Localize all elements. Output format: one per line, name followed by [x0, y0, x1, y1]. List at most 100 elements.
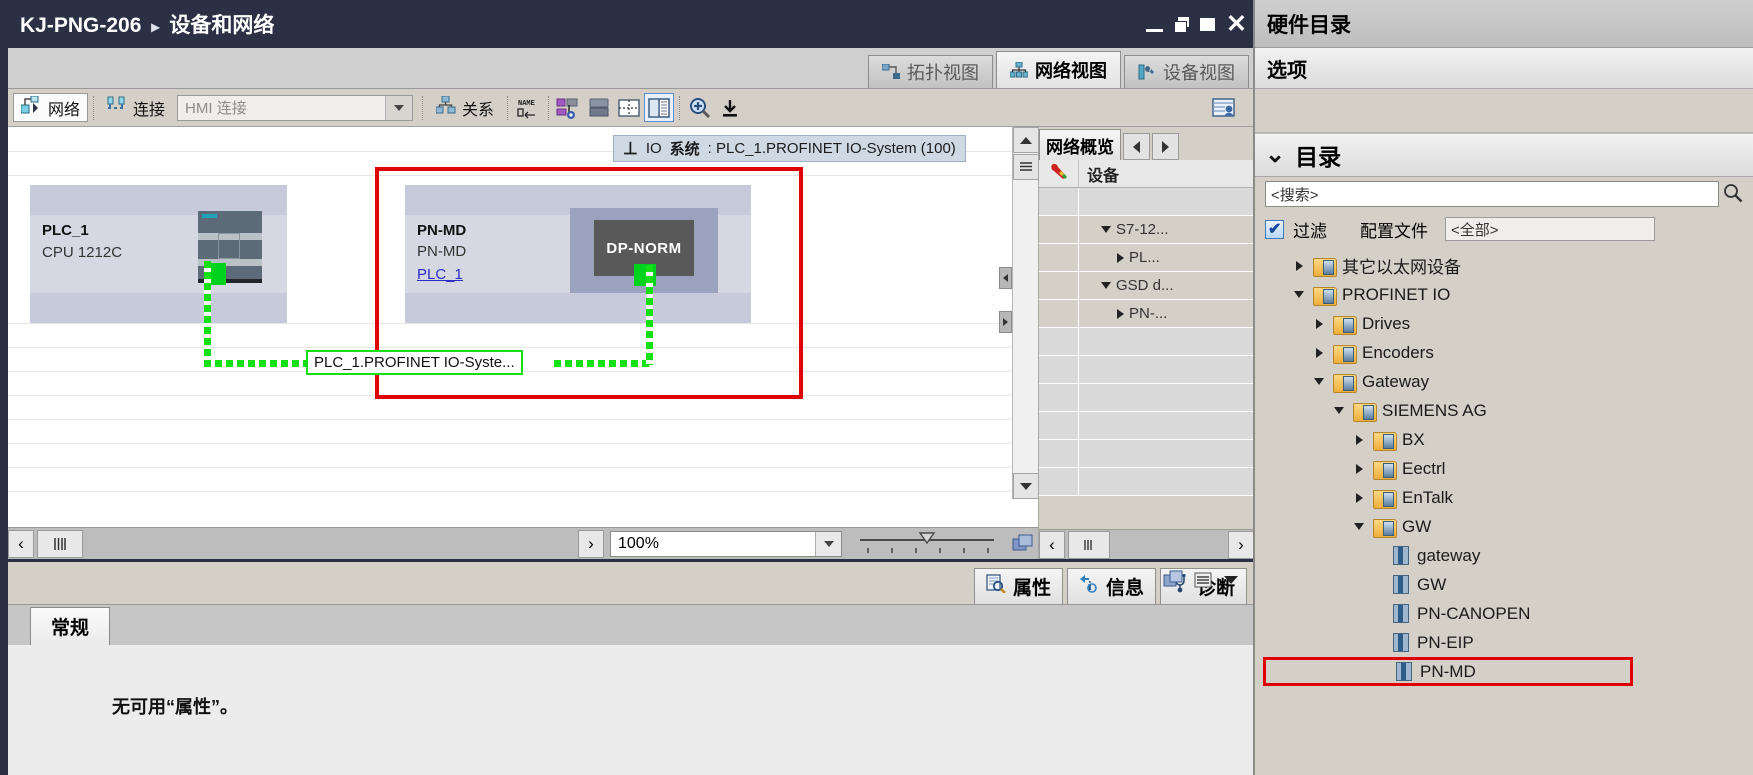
- expander-down-icon[interactable]: [1101, 282, 1111, 289]
- catalog-tree-item[interactable]: PN-CANOPEN: [1255, 599, 1753, 628]
- catalog-tree-item[interactable]: PN-EIP: [1255, 628, 1753, 657]
- minimize-button[interactable]: [1146, 17, 1164, 32]
- close-button[interactable]: ✕: [1226, 12, 1247, 37]
- split-view-icon[interactable]: [644, 93, 675, 122]
- network-overview-hscroll[interactable]: ‹ ›: [1039, 529, 1254, 559]
- canvas-vertical-scrollbar[interactable]: [1012, 127, 1038, 499]
- netov-prev-button[interactable]: [1123, 133, 1150, 160]
- network-overview-row[interactable]: [1039, 188, 1254, 216]
- device-box-pnmd[interactable]: PN-MD PN-MD PLC_1 DP-NORM: [405, 185, 751, 323]
- search-input[interactable]: <搜索>: [1265, 181, 1719, 207]
- profile-select[interactable]: <全部>: [1445, 217, 1655, 241]
- network-overview-row[interactable]: [1039, 468, 1254, 496]
- highlight-device-icon[interactable]: [554, 93, 584, 122]
- expander-right-icon[interactable]: [1117, 308, 1124, 319]
- expander-right-icon[interactable]: [1351, 434, 1367, 445]
- restore-button[interactable]: [1174, 17, 1190, 33]
- connection-type-select[interactable]: HMI 连接: [177, 94, 414, 121]
- catalog-tree-item[interactable]: Encoders: [1255, 338, 1753, 367]
- search-icon[interactable]: [1723, 183, 1743, 206]
- network-overview-row[interactable]: PN-...: [1039, 300, 1254, 328]
- expander-down-icon[interactable]: [1101, 226, 1111, 233]
- name-label-icon[interactable]: NAME: [513, 93, 543, 122]
- relations-button[interactable]: 关系: [428, 93, 502, 122]
- tab-device-view[interactable]: 设备视图: [1124, 55, 1249, 88]
- network-overview-row[interactable]: S7-12...: [1039, 216, 1254, 244]
- catalog-tree-item[interactable]: PN-MD: [1263, 657, 1633, 686]
- io-system-label[interactable]: PLC_1.PROFINET IO-Syste...: [306, 350, 523, 375]
- catalog-item-label: GW: [1402, 516, 1432, 536]
- connection-type-dropdown-arrow[interactable]: [385, 95, 413, 120]
- catalog-tree-item[interactable]: 其它以太网设备: [1255, 251, 1753, 280]
- expander-down-icon[interactable]: [1291, 291, 1307, 298]
- device-box-plc1[interactable]: PLC_1 CPU 1212C: [30, 185, 287, 323]
- connection-mode-button[interactable]: 连接: [99, 93, 173, 122]
- scroll-thumb-top[interactable]: [1013, 154, 1038, 180]
- network-overview-row[interactable]: [1039, 356, 1254, 384]
- netov-scroll-left[interactable]: ‹: [1039, 530, 1065, 559]
- user-card-icon[interactable]: [1209, 93, 1239, 122]
- netov-next-button[interactable]: [1152, 133, 1179, 160]
- tab-info[interactable]: i 信息: [1066, 568, 1156, 604]
- expander-right-icon[interactable]: [1291, 260, 1307, 271]
- scroll-down-button[interactable]: [1013, 473, 1038, 499]
- catalog-tree-item[interactable]: GW: [1255, 570, 1753, 599]
- zoom-dropdown-arrow[interactable]: [815, 531, 841, 556]
- maximize-button[interactable]: [1200, 17, 1216, 31]
- network-mode-button[interactable]: 网络: [13, 93, 89, 122]
- zoom-download-icon[interactable]: [715, 93, 745, 122]
- zoom-in-icon[interactable]: [685, 93, 715, 122]
- network-overview-row[interactable]: GSD d...: [1039, 272, 1254, 300]
- network-overview-row[interactable]: [1039, 384, 1254, 412]
- catalog-tree-item[interactable]: GW: [1255, 512, 1753, 541]
- expander-right-icon[interactable]: [1351, 463, 1367, 474]
- list-view-icon[interactable]: [1193, 570, 1213, 593]
- netov-scroll-right[interactable]: ›: [1228, 530, 1254, 559]
- chevron-down-icon-catalog[interactable]: ⌄: [1265, 143, 1285, 167]
- row-status-cell: [1039, 440, 1079, 467]
- catalog-tree-item[interactable]: PROFINET IO: [1255, 280, 1753, 309]
- fit-to-window-button[interactable]: [1008, 530, 1038, 558]
- tab-network-view[interactable]: 网络视图: [996, 51, 1121, 88]
- hscroll-left-button[interactable]: ‹: [8, 529, 34, 558]
- network-overview-row[interactable]: [1039, 412, 1254, 440]
- catalog-tree-item[interactable]: SIEMENS AG: [1255, 396, 1753, 425]
- catalog-section-header[interactable]: ⌄ 目录: [1255, 133, 1753, 177]
- expander-right-icon[interactable]: [1351, 492, 1367, 503]
- grid-icon[interactable]: [614, 93, 644, 122]
- page-break-icon[interactable]: [584, 93, 614, 122]
- collapse-panel-icon[interactable]: [1221, 570, 1241, 593]
- catalog-tree-item[interactable]: Eectrl: [1255, 454, 1753, 483]
- expander-right-icon[interactable]: [1311, 318, 1327, 329]
- canvas-collapse-left-handle[interactable]: [999, 267, 1012, 289]
- hscroll-thumb[interactable]: [37, 529, 83, 558]
- tab-properties[interactable]: 属性: [973, 568, 1063, 604]
- network-overview-row[interactable]: PL...: [1039, 244, 1254, 272]
- netov-scroll-thumb[interactable]: [1068, 530, 1110, 559]
- catalog-tree-item[interactable]: EnTalk: [1255, 483, 1753, 512]
- network-overview-row[interactable]: [1039, 440, 1254, 468]
- tab-network-overview[interactable]: 网络概览: [1039, 129, 1121, 160]
- subtab-general[interactable]: 常规: [30, 607, 111, 645]
- catalog-tree-item[interactable]: Gateway: [1255, 367, 1753, 396]
- expander-down-icon[interactable]: [1351, 523, 1367, 530]
- catalog-item-label: PN-MD: [1420, 661, 1476, 681]
- filter-checkbox[interactable]: [1265, 219, 1284, 239]
- zoom-slider[interactable]: [852, 531, 1002, 557]
- expander-down-icon[interactable]: [1311, 378, 1327, 385]
- tab-topology-view[interactable]: 拓扑视图: [868, 55, 993, 88]
- network-overview-row[interactable]: [1039, 328, 1254, 356]
- network-canvas[interactable]: ⊥ IO 系统 : PLC_1.PROFINET IO-System (100)…: [8, 127, 1038, 527]
- scroll-up-button[interactable]: [1013, 127, 1038, 153]
- undock-icon[interactable]: [1163, 570, 1185, 593]
- canvas-collapse-right-handle[interactable]: [999, 311, 1012, 333]
- catalog-tree-item[interactable]: gateway: [1255, 541, 1753, 570]
- zoom-level-select[interactable]: 100%: [610, 530, 842, 557]
- catalog-options-header[interactable]: 选项: [1255, 48, 1753, 89]
- expander-right-icon[interactable]: [1311, 347, 1327, 358]
- catalog-tree-item[interactable]: Drives: [1255, 309, 1753, 338]
- catalog-tree-item[interactable]: BX: [1255, 425, 1753, 454]
- expander-down-icon[interactable]: [1331, 407, 1347, 414]
- hscroll-right-button[interactable]: ›: [578, 529, 604, 558]
- expander-right-icon[interactable]: [1117, 252, 1124, 263]
